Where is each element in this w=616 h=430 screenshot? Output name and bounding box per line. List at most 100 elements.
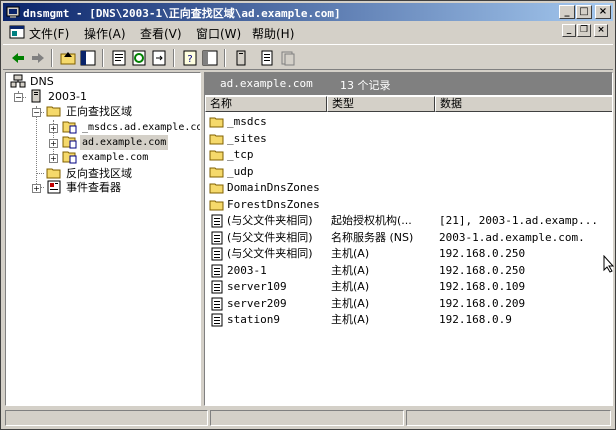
server-icon: [31, 89, 41, 103]
close-button[interactable]: ×: [595, 5, 611, 19]
collapse-toggle[interactable]: −: [32, 108, 41, 117]
expand-toggle[interactable]: +: [32, 184, 41, 193]
table-row[interactable]: _tcp: [205, 147, 612, 163]
new-host-icon[interactable]: [232, 49, 250, 67]
tree-node-event-viewer[interactable]: 事件查看器: [46, 180, 166, 195]
record-type: 主机(A): [331, 296, 370, 310]
record-data: 192.168.0.9: [439, 313, 512, 326]
table-row[interactable]: DomainDnsZones: [205, 180, 612, 196]
tree-node-server[interactable]: 2003-1: [28, 89, 108, 104]
table-row[interactable]: ForestDnsZones: [205, 197, 612, 213]
event-viewer-icon: [47, 180, 61, 194]
record-data: [21], 2003-1.ad.examp...: [439, 214, 598, 227]
record-name: station9: [227, 313, 280, 326]
record-data: 2003-1.ad.example.com.: [439, 230, 585, 244]
status-pane: [406, 410, 611, 426]
expand-toggle[interactable]: +: [49, 139, 58, 148]
tree-node-zone-example[interactable]: example.com: [62, 150, 182, 165]
table-row[interactable]: station9 主机(A) 192.168.0.9: [205, 312, 612, 328]
table-row[interactable]: server209 主机(A) 192.168.0.209: [205, 296, 612, 312]
table-row[interactable]: (与父文件夹相同) 起始授权机构(... [21], 2003-1.ad.examp…: [205, 213, 612, 229]
status-pane: [5, 410, 208, 426]
record-name: _sites: [227, 131, 267, 145]
new-mail-exchanger-icon[interactable]: [279, 49, 297, 67]
minimize-button[interactable]: _: [559, 5, 575, 19]
table-row[interactable]: server109 主机(A) 192.168.0.109: [205, 279, 612, 295]
record-icon: [211, 313, 223, 327]
help-icon[interactable]: ?: [181, 49, 199, 67]
folder-icon: [209, 167, 224, 177]
record-data: 192.168.0.209: [439, 296, 526, 310]
table-row[interactable]: _sites: [205, 131, 612, 147]
console-window-icon[interactable]: [9, 25, 25, 39]
new-alias-icon[interactable]: [258, 49, 276, 67]
record-data: 192.168.0.109: [439, 280, 526, 293]
column-header-type[interactable]: 类型: [327, 96, 435, 112]
console-tree-icon[interactable]: [201, 49, 219, 67]
tree-line: [36, 173, 44, 174]
toolbar-separator: [102, 49, 104, 67]
mouse-cursor-icon: [603, 255, 615, 273]
table-row[interactable]: _msdcs: [205, 114, 612, 130]
folder-open-icon: [46, 106, 61, 117]
tree-node-zone-ad[interactable]: ad.example.com: [62, 135, 182, 150]
record-count: 13 个记录: [340, 79, 391, 92]
dns-icon: [10, 74, 26, 88]
properties-icon[interactable]: [110, 49, 128, 67]
zone-icon: [62, 121, 77, 134]
record-icon: [211, 247, 223, 261]
maximize-button[interactable]: □: [576, 5, 592, 19]
menu-file[interactable]: 文件(F): [29, 25, 69, 42]
forward-icon[interactable]: [29, 49, 47, 67]
status-pane: [210, 410, 404, 426]
record-type: 主机(A): [331, 280, 370, 293]
menu-window[interactable]: 窗口(W): [196, 25, 241, 42]
tree-node-reverse-zones[interactable]: 反向查找区域: [46, 166, 166, 181]
folder-icon: [209, 150, 224, 161]
console-tree: DNS − 2003-1 − 正向查找区域 + _msdcs.ad.exampl…: [5, 72, 201, 406]
tree-line: [36, 106, 37, 188]
menu-action[interactable]: 操作(A): [84, 25, 126, 42]
export-list-icon[interactable]: [150, 49, 168, 67]
expand-toggle[interactable]: +: [49, 154, 58, 163]
table-row[interactable]: _udp: [205, 164, 612, 180]
tree-label: 反向查找区域: [66, 167, 132, 180]
tree-node-zone-msdcs[interactable]: _msdcs.ad.example.com: [62, 120, 200, 135]
record-name: _udp: [227, 164, 254, 178]
details-pane: ad.example.com 13 个记录 名称 类型 数据 _msdcs _si…: [204, 72, 613, 406]
menu-help[interactable]: 帮助(H): [252, 25, 294, 42]
column-header-data[interactable]: 数据: [435, 96, 612, 112]
expand-toggle[interactable]: +: [49, 124, 58, 133]
table-row[interactable]: (与父文件夹相同) 主机(A) 192.168.0.250: [205, 246, 612, 262]
title-bar[interactable]: dnsmgmt - [DNS\2003-1\正向查找区域\ad.example.…: [3, 3, 613, 21]
tree-node-forward-zones[interactable]: 正向查找区域: [46, 104, 166, 119]
record-type: 主机(A): [331, 247, 370, 260]
collapse-toggle[interactable]: −: [14, 93, 23, 102]
mdi-restore-button[interactable]: ❐: [577, 24, 591, 37]
zone-name: ad.example.com: [220, 77, 313, 90]
menu-view[interactable]: 查看(V): [140, 25, 182, 42]
record-name: DomainDnsZones: [227, 181, 320, 194]
zone-icon: [62, 136, 77, 149]
refresh-icon[interactable]: [130, 49, 148, 67]
toolbar-separator: [51, 49, 53, 67]
toolbar-separator: [224, 49, 226, 67]
folder-icon: [46, 168, 61, 179]
show-tree-icon[interactable]: [79, 49, 97, 67]
table-row[interactable]: 2003-1 主机(A) 192.168.0.250: [205, 263, 612, 279]
column-header-name[interactable]: 名称: [205, 96, 327, 112]
toolbar-separator: [173, 49, 175, 67]
record-name: server109: [227, 280, 287, 293]
record-icon: [211, 297, 223, 310]
record-type: 名称服务器 (NS): [331, 230, 414, 244]
back-icon[interactable]: [9, 49, 27, 67]
record-name: server209: [227, 296, 287, 310]
tree-node-dns[interactable]: DNS: [10, 74, 70, 89]
mdi-minimize-button[interactable]: _: [562, 24, 576, 37]
folder-icon: [209, 200, 224, 210]
up-icon[interactable]: [59, 49, 77, 67]
record-icon: [211, 231, 223, 244]
table-row[interactable]: (与父文件夹相同) 名称服务器 (NS) 2003-1.ad.example.com…: [205, 230, 612, 246]
record-icon: [211, 280, 223, 294]
mdi-close-button[interactable]: ×: [594, 24, 608, 37]
